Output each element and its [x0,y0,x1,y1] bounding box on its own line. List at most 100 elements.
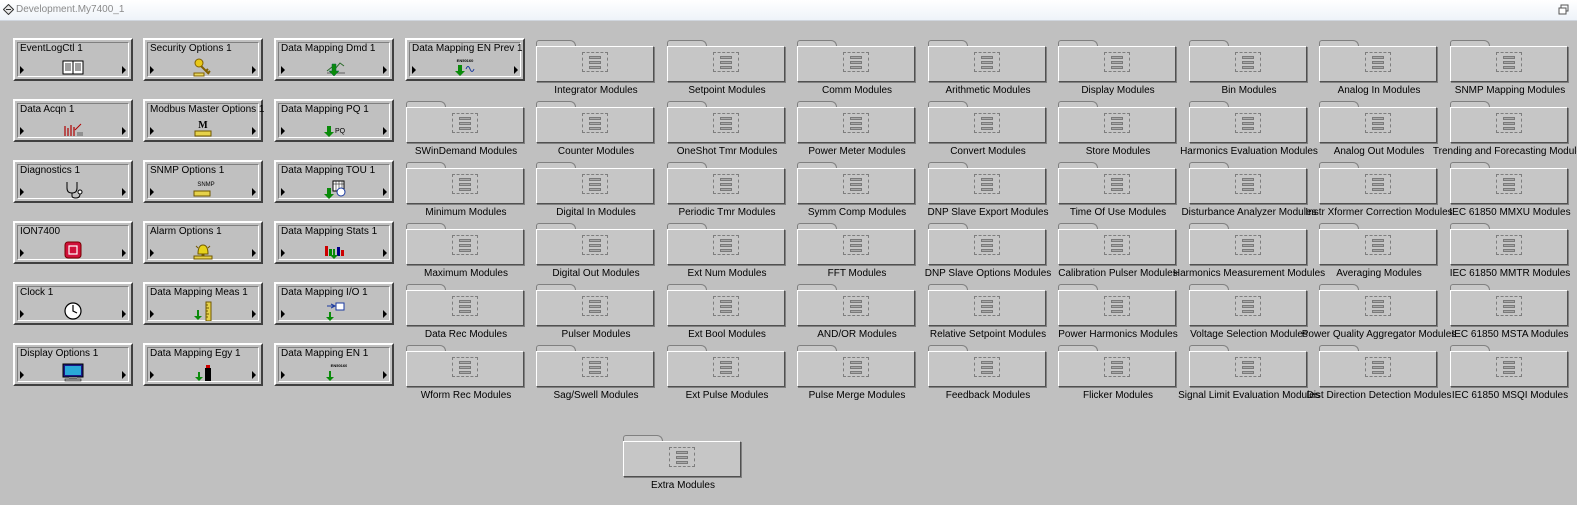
output-arrow-icon[interactable] [122,188,126,196]
input-arrow-icon[interactable] [20,310,24,318]
core-module-eventlogctl-1[interactable]: EventLogCtl 1 [13,38,133,81]
output-arrow-icon[interactable] [383,310,387,318]
folder-calibration-pulser-modules[interactable]: Calibration Pulser Modules [1058,223,1178,281]
folder-power-harmonics-modules[interactable]: Power Harmonics Modules [1058,284,1178,342]
folder-iec-61850-msqi-modules[interactable]: IEC 61850 MSQI Modules [1450,345,1570,403]
output-arrow-icon[interactable] [383,66,387,74]
output-arrow-icon[interactable] [122,127,126,135]
folder-harmonics-evaluation-modules[interactable]: Harmonics Evaluation Modules [1180,101,1318,159]
folder-ext-pulse-modules[interactable]: Ext Pulse Modules [667,345,787,403]
core-module-data-mapping-en-prev-1[interactable]: Data Mapping EN Prev 1 EN50160 [405,38,525,81]
folder-maximum-modules[interactable]: Maximum Modules [406,223,526,281]
folder-iec-61850-msta-modules[interactable]: IEC 61850 MSTA Modules [1450,284,1570,342]
folder-relative-setpoint-modules[interactable]: Relative Setpoint Modules [928,284,1048,342]
input-arrow-icon[interactable] [20,127,24,135]
core-module-data-mapping-tou-1[interactable]: Data Mapping TOU 1 [274,160,394,203]
folder-extra-modules[interactable]: Extra Modules [623,435,743,493]
folder-averaging-modules[interactable]: Averaging Modules [1319,223,1439,281]
input-arrow-icon[interactable] [150,371,154,379]
core-module-diagnostics-1[interactable]: Diagnostics 1 [13,160,133,203]
folder-snmp-mapping-modules[interactable]: SNMP Mapping Modules [1450,40,1570,98]
folder-and-or-modules[interactable]: AND/OR Modules [797,284,917,342]
folder-analog-in-modules[interactable]: Analog In Modules [1319,40,1439,98]
folder-instr-xformer-correction-modules[interactable]: Instr Xformer Correction Modules [1305,162,1453,220]
folder-dist-direction-detection-modules[interactable]: Dist Direction Detection Modules [1306,345,1452,403]
output-arrow-icon[interactable] [383,127,387,135]
folder-display-modules[interactable]: Display Modules [1058,40,1178,98]
folder-digital-in-modules[interactable]: Digital In Modules [536,162,656,220]
input-arrow-icon[interactable] [281,66,285,74]
folder-setpoint-modules[interactable]: Setpoint Modules [667,40,787,98]
restore-icon[interactable] [1558,4,1569,15]
input-arrow-icon[interactable] [20,249,24,257]
folder-trending-and-forecasting-modules[interactable]: Trending and Forecasting Modules [1433,101,1577,159]
core-module-clock-1[interactable]: Clock 1 [13,282,133,325]
input-arrow-icon[interactable] [150,188,154,196]
folder-oneshot-tmr-modules[interactable]: OneShot Tmr Modules [667,101,787,159]
folder-store-modules[interactable]: Store Modules [1058,101,1178,159]
input-arrow-icon[interactable] [150,66,154,74]
folder-voltage-selection-modules[interactable]: Voltage Selection Modules [1189,284,1309,342]
output-arrow-icon[interactable] [383,371,387,379]
input-arrow-icon[interactable] [20,66,24,74]
input-arrow-icon[interactable] [150,310,154,318]
folder-ext-bool-modules[interactable]: Ext Bool Modules [667,284,787,342]
folder-convert-modules[interactable]: Convert Modules [928,101,1048,159]
output-arrow-icon[interactable] [122,371,126,379]
folder-analog-out-modules[interactable]: Analog Out Modules [1319,101,1439,159]
output-arrow-icon[interactable] [383,249,387,257]
folder-swindemand-modules[interactable]: SWinDemand Modules [406,101,526,159]
input-arrow-icon[interactable] [281,249,285,257]
folder-power-meter-modules[interactable]: Power Meter Modules [797,101,917,159]
output-arrow-icon[interactable] [122,66,126,74]
folder-arithmetic-modules[interactable]: Arithmetic Modules [928,40,1048,98]
output-arrow-icon[interactable] [252,188,256,196]
folder-sag-swell-modules[interactable]: Sag/Swell Modules [536,345,656,403]
input-arrow-icon[interactable] [281,127,285,135]
output-arrow-icon[interactable] [252,66,256,74]
folder-pulse-merge-modules[interactable]: Pulse Merge Modules [797,345,917,403]
input-arrow-icon[interactable] [281,371,285,379]
core-module-display-options-1[interactable]: Display Options 1 [13,343,133,386]
folder-ext-num-modules[interactable]: Ext Num Modules [667,223,787,281]
output-arrow-icon[interactable] [122,310,126,318]
input-arrow-icon[interactable] [150,127,154,135]
output-arrow-icon[interactable] [383,188,387,196]
folder-data-rec-modules[interactable]: Data Rec Modules [406,284,526,342]
folder-digital-out-modules[interactable]: Digital Out Modules [536,223,656,281]
output-arrow-icon[interactable] [122,249,126,257]
input-arrow-icon[interactable] [281,310,285,318]
core-module-modbus-master-options-1[interactable]: Modbus Master Options 1 M [143,99,265,142]
folder-minimum-modules[interactable]: Minimum Modules [406,162,526,220]
folder-dnp-slave-export-modules[interactable]: DNP Slave Export Modules [928,162,1048,220]
folder-periodic-tmr-modules[interactable]: Periodic Tmr Modules [667,162,787,220]
folder-time-of-use-modules[interactable]: Time Of Use Modules [1058,162,1178,220]
folder-harmonics-measurement-modules[interactable]: Harmonics Measurement Modules [1173,223,1325,281]
folder-feedback-modules[interactable]: Feedback Modules [928,345,1048,403]
folder-flicker-modules[interactable]: Flicker Modules [1058,345,1178,403]
output-arrow-icon[interactable] [252,371,256,379]
folder-dnp-slave-options-modules[interactable]: DNP Slave Options Modules [925,223,1051,281]
core-module-data-mapping-en-1[interactable]: Data Mapping EN 1 EN50160 [274,343,394,386]
core-module-data-acqn-1[interactable]: Data Acqn 1 [13,99,133,142]
core-module-security-options-1[interactable]: Security Options 1 [143,38,263,81]
folder-counter-modules[interactable]: Counter Modules [536,101,656,159]
input-arrow-icon[interactable] [412,66,416,74]
core-module-snmp-options-1[interactable]: SNMP Options 1 SNMP [143,160,263,203]
folder-comm-modules[interactable]: Comm Modules [797,40,917,98]
folder-iec-61850-mmtr-modules[interactable]: IEC 61850 MMTR Modules [1450,223,1570,281]
folder-iec-61850-mmxu-modules[interactable]: IEC 61850 MMXU Modules [1449,162,1571,220]
output-arrow-icon[interactable] [252,249,256,257]
folder-power-quality-aggregator-modules[interactable]: Power Quality Aggregator Modules [1302,284,1456,342]
output-arrow-icon[interactable] [252,310,256,318]
output-arrow-icon[interactable] [252,127,256,135]
folder-pulser-modules[interactable]: Pulser Modules [536,284,656,342]
folder-disturbance-analyzer-modules[interactable]: Disturbance Analyzer Modules [1181,162,1317,220]
core-module-ion7400[interactable]: ION7400 [13,221,133,264]
core-module-data-mapping-dmd-1[interactable]: Data Mapping Dmd 1 [274,38,394,81]
core-module-data-mapping-i-o-1[interactable]: Data Mapping I/O 1 [274,282,394,325]
folder-signal-limit-evaluation-modules[interactable]: Signal Limit Evaluation Modules [1178,345,1320,403]
core-module-data-mapping-egy-1[interactable]: Data Mapping Egy 1 [143,343,263,386]
core-module-data-mapping-pq-1[interactable]: Data Mapping PQ 1 PQ [274,99,394,142]
folder-symm-comp-modules[interactable]: Symm Comp Modules [797,162,917,220]
